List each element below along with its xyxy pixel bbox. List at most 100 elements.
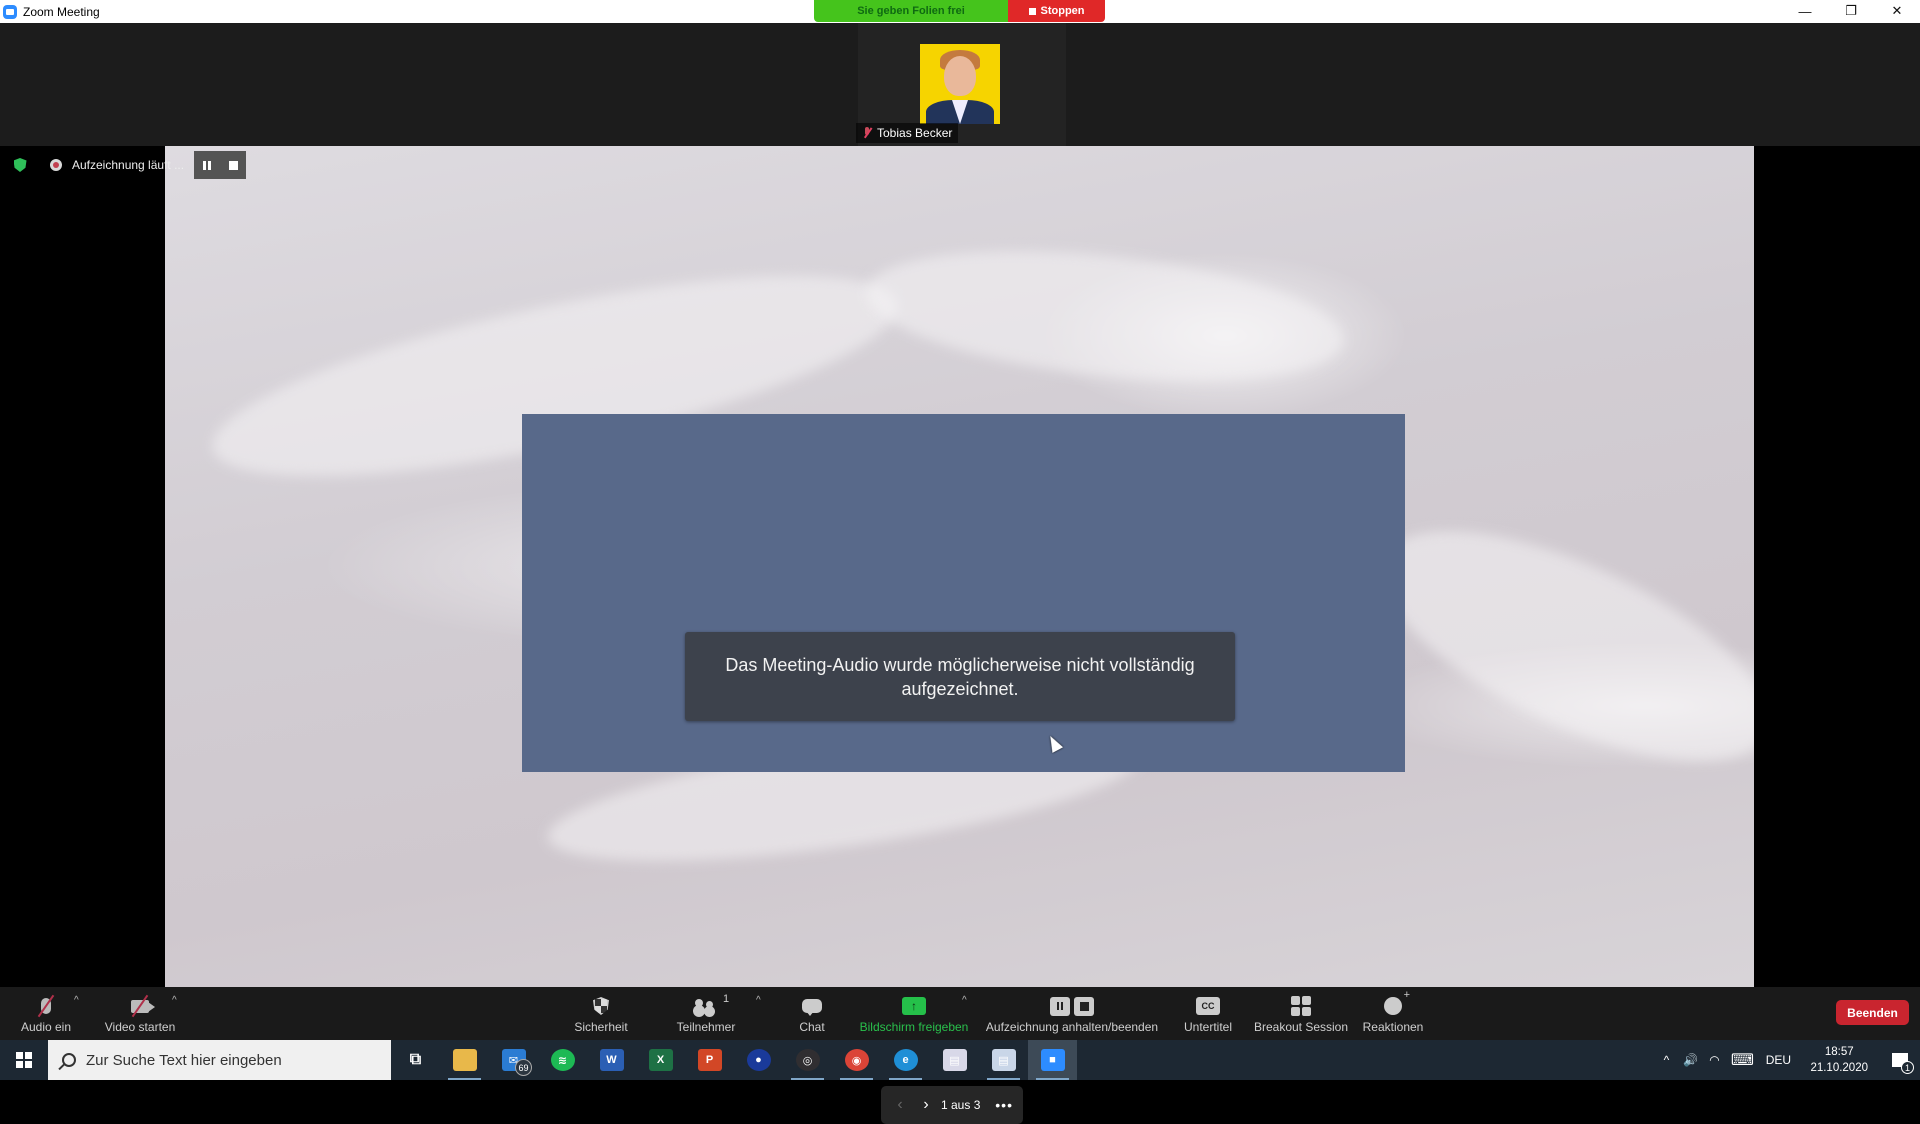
recording-controls — [194, 151, 247, 179]
video-button[interactable]: Video starten — [100, 987, 180, 1040]
taskbar-app-word[interactable]: W — [587, 1040, 636, 1080]
audio-options-caret[interactable]: ^ — [74, 995, 79, 1006]
window-title: Zoom Meeting — [23, 4, 100, 19]
video-options-caret[interactable]: ^ — [172, 995, 177, 1006]
chrome-icon: ◉ — [844, 1049, 869, 1071]
participant-video-tile[interactable]: Tobias Becker — [856, 23, 1066, 146]
taskbar-app-app-orange[interactable]: ● — [734, 1040, 783, 1080]
search-icon — [62, 1053, 76, 1067]
close-button[interactable]: ✕ — [1874, 0, 1920, 22]
powerpoint-icon: P — [697, 1049, 722, 1071]
taskbar-app-file-explorer[interactable] — [440, 1040, 489, 1080]
participants-button[interactable]: 1 Teilnehmer — [670, 987, 742, 1040]
pause-icon — [203, 160, 212, 170]
taskbar-app-spotify[interactable]: ≋ — [538, 1040, 587, 1080]
action-center-button[interactable]: 1 — [1880, 1040, 1920, 1080]
shield-check-icon — [13, 158, 27, 172]
taskbar-clock[interactable]: 18:57 21.10.2020 — [1798, 1040, 1880, 1080]
audio-button[interactable]: Audio ein — [14, 987, 78, 1040]
stop-icon — [228, 160, 238, 170]
recording-bar: Aufzeichnung läuft ... — [0, 151, 247, 179]
taskbar-app-task-view[interactable]: ⧉ — [391, 1040, 440, 1080]
volume-icon[interactable]: 🔊 — [1678, 1040, 1702, 1080]
share-screen-icon: ↑ — [902, 997, 926, 1015]
minimize-button[interactable]: — — [1782, 0, 1828, 22]
participant-name: Tobias Becker — [877, 126, 953, 140]
taskbar-app-app-doc2[interactable]: ▤ — [979, 1040, 1028, 1080]
taskbar-app-chrome[interactable]: ◉ — [832, 1040, 881, 1080]
shared-slide — [165, 146, 1754, 987]
obs-icon: ◎ — [795, 1049, 820, 1071]
app-doc1-icon: ▤ — [942, 1049, 967, 1071]
breakout-session-button[interactable]: Breakout Session — [1254, 987, 1348, 1040]
captions-button[interactable]: CC Untertitel — [1178, 987, 1238, 1040]
taskbar-app-mail[interactable]: ✉ 69 — [489, 1040, 538, 1080]
participants-icon — [695, 999, 717, 1013]
wifi-icon[interactable]: ◠ — [1702, 1040, 1726, 1080]
meeting-toolbar: Audio ein ^ Video starten ^ Sicherheit 1… — [0, 987, 1920, 1040]
tray-overflow-chevron[interactable]: ^ — [1654, 1040, 1678, 1080]
task-view-icon: ⧉ — [409, 1051, 422, 1068]
security-button[interactable]: Sicherheit — [565, 987, 637, 1040]
participant-count: 1 — [723, 993, 730, 1005]
participant-avatar — [920, 44, 1000, 124]
app-orange-icon: ● — [746, 1049, 771, 1071]
zoom-app-icon — [3, 4, 17, 19]
pause-recording-icon — [1050, 996, 1070, 1016]
closed-captions-icon: CC — [1196, 997, 1220, 1015]
stop-recording-button[interactable] — [220, 151, 246, 179]
taskbar-apps: ⧉ ✉ 69 ≋ W X P ● ◎ ◉ e ▤ ▤ ■ — [391, 1040, 1077, 1080]
slide-page-indicator: 1 aus 3 — [941, 1098, 981, 1112]
app-doc2-icon: ▤ — [991, 1049, 1016, 1071]
start-button[interactable] — [0, 1040, 48, 1080]
windows-taskbar: Zur Suche Text hier eingeben ⧉ ✉ 69 ≋ W X P ● ◎ ◉… — [0, 1040, 1920, 1080]
chat-icon — [802, 999, 822, 1016]
taskbar-app-zoom[interactable]: ■ — [1028, 1040, 1077, 1080]
clock-date: 21.10.2020 — [1810, 1062, 1868, 1074]
recording-pause-stop-button[interactable]: Aufzeichnung anhalten/beenden — [984, 987, 1160, 1040]
system-tray: ^ 🔊 ◠ ⌨ DEU 18:57 21.10.2020 1 — [1654, 1040, 1920, 1080]
taskbar-app-powerpoint[interactable]: P — [685, 1040, 734, 1080]
spotify-icon: ≋ — [550, 1049, 575, 1071]
restore-button[interactable]: ❐ — [1828, 0, 1874, 22]
share-banner: Sie geben Folien frei Stoppen — [814, 0, 1105, 22]
reactions-button[interactable]: Reaktionen — [1360, 987, 1426, 1040]
previous-slide-button[interactable]: ‹ — [887, 1096, 913, 1114]
shared-content-stage: Das Meeting-Audio wurde möglicherweise n… — [0, 146, 1920, 1124]
toast-message: Das Meeting-Audio wurde möglicherweise n… — [725, 654, 1195, 699]
taskbar-search-input[interactable]: Zur Suche Text hier eingeben — [48, 1040, 391, 1080]
touch-keyboard-icon[interactable]: ⌨ — [1726, 1040, 1758, 1080]
stop-icon — [1028, 7, 1036, 15]
video-thumbnail-strip: Tobias Becker — [0, 23, 1920, 146]
recording-dot-icon — [50, 159, 62, 171]
recording-label: Aufzeichnung läuft ... — [72, 158, 185, 172]
taskbar-app-app-doc1[interactable]: ▤ — [930, 1040, 979, 1080]
end-meeting-button[interactable]: Beenden — [1836, 1000, 1909, 1025]
share-options-caret[interactable]: ^ — [962, 995, 967, 1006]
reaction-smiley-icon — [1384, 989, 1410, 1015]
stop-sharing-button[interactable]: Stoppen — [1008, 0, 1105, 22]
input-language[interactable]: DEU — [1758, 1040, 1798, 1080]
stop-sharing-label: Stoppen — [1040, 5, 1085, 17]
slide-navigation: ‹ › 1 aus 3 ••• — [881, 1086, 1023, 1124]
taskbar-app-excel[interactable]: X — [636, 1040, 685, 1080]
breakout-grid-icon — [1291, 996, 1311, 1016]
file-explorer-icon — [452, 1049, 477, 1071]
excel-icon: X — [648, 1049, 673, 1071]
recording-warning-toast: Das Meeting-Audio wurde möglicherweise n… — [685, 632, 1235, 721]
chat-button[interactable]: Chat — [786, 987, 838, 1040]
pause-recording-button[interactable] — [194, 151, 220, 179]
stop-recording-icon — [1074, 996, 1094, 1016]
next-slide-button[interactable]: › — [913, 1096, 939, 1114]
share-screen-button[interactable]: ↑ Bildschirm freigeben — [856, 987, 972, 1040]
security-status[interactable] — [6, 151, 34, 179]
recording-status: Aufzeichnung läuft ... — [50, 151, 194, 179]
edge-icon: e — [893, 1049, 918, 1071]
participants-options-caret[interactable]: ^ — [756, 995, 761, 1006]
more-options-button[interactable]: ••• — [995, 1097, 1013, 1113]
search-placeholder: Zur Suche Text hier eingeben — [86, 1051, 282, 1069]
shield-icon — [593, 997, 609, 1015]
taskbar-app-edge[interactable]: e — [881, 1040, 930, 1080]
taskbar-app-obs[interactable]: ◎ — [783, 1040, 832, 1080]
mail-unread-badge: 69 — [515, 1059, 532, 1076]
